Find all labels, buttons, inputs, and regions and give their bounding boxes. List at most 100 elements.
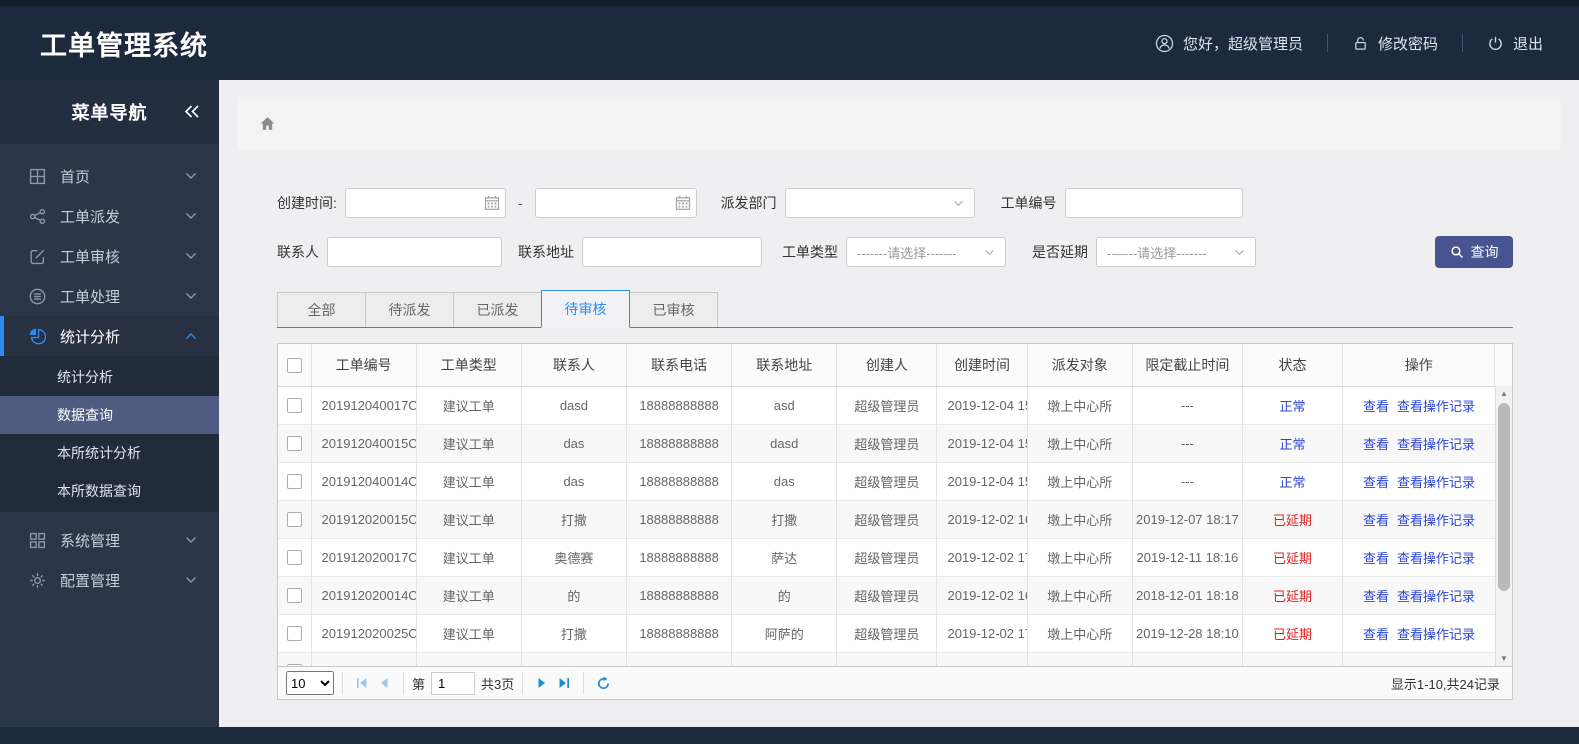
row-checkbox[interactable] — [286, 626, 302, 642]
header-right: 您好，超级管理员 修改密码 退出 — [1155, 33, 1579, 54]
last-page-button[interactable] — [553, 672, 575, 694]
tab-to-review[interactable]: 待审核 — [541, 290, 630, 328]
col-status: 状态 — [1241, 344, 1343, 387]
created-time-end-input[interactable] — [534, 188, 697, 218]
submenu-item-local-statistics[interactable]: 本所统计分析 — [0, 434, 219, 472]
view-link[interactable]: 查看 — [1363, 551, 1389, 566]
col-created: 创建时间 — [936, 344, 1028, 387]
view-log-link[interactable]: 查看操作记录 — [1397, 551, 1475, 566]
sidebar-title: 菜单导航 — [0, 80, 219, 144]
view-log-link[interactable]: 查看操作记录 — [1397, 437, 1475, 452]
chevron-down-icon — [185, 172, 197, 180]
table-row: 201912040014C 建议工单 das 18888888888 das 超… — [278, 462, 1512, 501]
view-link[interactable]: 查看 — [1363, 399, 1389, 414]
page-number-input[interactable] — [431, 671, 476, 695]
collapse-sidebar-icon[interactable] — [183, 104, 201, 119]
table-row: 201912020014C 建议工单 的 18888888888 的 超级管理员… — [278, 576, 1512, 615]
sidebar-item-system[interactable]: 系统管理 — [0, 520, 219, 560]
logout-label: 退出 — [1512, 35, 1543, 53]
filter-panel: 创建时间: - 派发部门 工单编号 联系人 联系地址 工单类型 -------请… — [277, 188, 1513, 268]
sidebar-item-config[interactable]: 配置管理 — [0, 560, 219, 600]
sidebar-item-home[interactable]: 首页 — [0, 156, 219, 196]
order-no-input[interactable] — [1064, 188, 1243, 218]
submenu-item-local-data-query[interactable]: 本所数据查询 — [0, 472, 219, 510]
row-checkbox[interactable] — [286, 550, 302, 566]
view-link[interactable]: 查看 — [1363, 627, 1389, 642]
page-size-select[interactable]: 10 — [286, 671, 334, 695]
tab-reviewed[interactable]: 已审核 — [629, 292, 718, 327]
change-password-button[interactable]: 修改密码 — [1352, 33, 1438, 54]
view-link[interactable]: 查看 — [1363, 475, 1389, 490]
chevron-down-icon — [984, 249, 995, 256]
view-link[interactable]: 查看 — [1363, 437, 1389, 452]
table-row: 201912040017C 建议工单 dasd 18888888888 asd … — [278, 386, 1512, 425]
order-type-label: 工单类型 — [782, 244, 838, 260]
row-checkbox[interactable] — [286, 588, 302, 604]
contact-input[interactable] — [327, 237, 502, 267]
row-checkbox[interactable] — [286, 474, 302, 490]
row-checkbox[interactable] — [286, 436, 302, 452]
tab-to-dispatch[interactable]: 待派发 — [365, 292, 454, 327]
dispatch-dept-select[interactable] — [784, 188, 975, 218]
sidebar-item-statistics[interactable]: 统计分析 — [0, 316, 219, 356]
work-order-table: 工单编号 工单类型 联系人 联系电话 联系地址 创建人 创建时间 派发对象 限定… — [277, 343, 1513, 700]
vertical-scrollbar[interactable]: ▲ ▼ — [1495, 386, 1512, 666]
col-order-type: 工单类型 — [415, 344, 522, 387]
table-row: 201912040015C 建议工单 das 18888888888 dasd … — [278, 424, 1512, 463]
view-log-link[interactable]: 查看操作记录 — [1397, 475, 1475, 490]
submenu-item-statistics-analysis[interactable]: 统计分析 — [0, 358, 219, 396]
tab-all[interactable]: 全部 — [277, 292, 366, 327]
prev-page-button[interactable] — [373, 672, 395, 694]
page-prefix-label: 第 — [412, 676, 426, 692]
window-grid-icon — [29, 168, 46, 185]
col-address: 联系地址 — [731, 344, 837, 387]
col-target: 派发对象 — [1026, 344, 1133, 387]
address-input[interactable] — [582, 237, 762, 267]
created-time-start-input[interactable] — [344, 188, 506, 218]
col-actions: 操作 — [1342, 344, 1495, 387]
view-link[interactable]: 查看 — [1363, 513, 1389, 528]
delay-select[interactable]: -------请选择------- — [1096, 237, 1256, 267]
row-checkbox[interactable] — [286, 664, 302, 666]
sidebar-item-dispatch[interactable]: 工单派发 — [0, 196, 219, 236]
refresh-icon[interactable] — [592, 672, 614, 694]
search-button[interactable]: 查询 — [1435, 236, 1513, 268]
view-link[interactable]: 查看 — [1363, 589, 1389, 604]
status-badge: 已延期 — [1241, 538, 1343, 577]
next-page-button[interactable] — [531, 672, 553, 694]
app-title: 工单管理系统 — [40, 30, 208, 61]
divider — [342, 672, 343, 694]
sidebar-item-review[interactable]: 工单审核 — [0, 236, 219, 276]
view-log-link[interactable]: 查看操作记录 — [1397, 513, 1475, 528]
submenu-item-data-query[interactable]: 数据查询 — [0, 396, 219, 434]
table-row: 201912020017C 建议工单 奥德赛 18888888888 萨达 超级… — [278, 538, 1512, 577]
user-greeting[interactable]: 您好，超级管理员 — [1155, 33, 1303, 54]
user-icon — [1155, 34, 1174, 53]
scrollbar-thumb[interactable] — [1498, 403, 1510, 591]
sidebar-item-label: 统计分析 — [60, 328, 121, 346]
view-log-link[interactable]: 查看操作记录 — [1397, 627, 1475, 642]
status-badge: 正常 — [1241, 462, 1343, 501]
page: 工单管理系统 您好，超级管理员 修改密码 退出 菜单导航 首页 工单派发 工单审… — [0, 0, 1579, 744]
tab-dispatched[interactable]: 已派发 — [453, 292, 542, 327]
order-type-select[interactable]: -------请选择------- — [846, 237, 1006, 267]
calendar-icon[interactable] — [675, 195, 691, 211]
view-log-link[interactable]: 查看操作记录 — [1397, 399, 1475, 414]
select-all-checkbox[interactable] — [286, 358, 302, 374]
view-log-link[interactable]: 查看操作记录 — [1397, 589, 1475, 604]
total-pages-label: 共3页 — [481, 676, 515, 692]
pagination-bar: 10 第 共3页 — [278, 666, 1512, 699]
row-checkbox[interactable] — [286, 512, 302, 528]
row-checkbox[interactable] — [286, 398, 302, 414]
header: 工单管理系统 您好，超级管理员 修改密码 退出 — [0, 0, 1579, 80]
logout-button[interactable]: 退出 — [1487, 33, 1543, 54]
pie-chart-icon — [29, 328, 46, 345]
calendar-icon[interactable] — [484, 195, 500, 211]
first-page-button[interactable] — [351, 672, 373, 694]
home-icon[interactable] — [259, 115, 276, 132]
greeting-text: 您好，超级管理员 — [1182, 35, 1303, 53]
scroll-up-icon[interactable]: ▲ — [1496, 389, 1512, 398]
scroll-down-icon[interactable]: ▼ — [1496, 654, 1512, 663]
share-icon — [29, 208, 46, 225]
sidebar-item-process[interactable]: 工单处理 — [0, 276, 219, 316]
